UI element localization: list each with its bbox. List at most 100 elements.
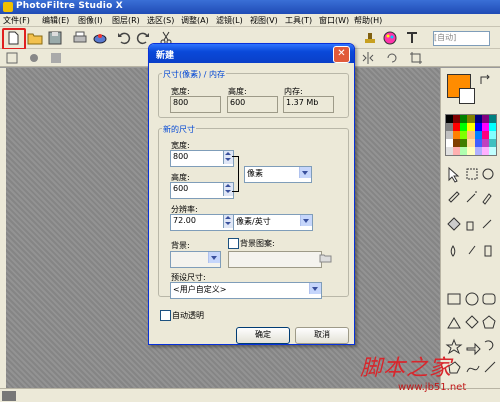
menu-bar: 文件(F) 编辑(E) 图像(I) 图层(R) 选区(S) 调整(A) 滤镜(L… bbox=[0, 14, 500, 27]
spin-down-icon bbox=[225, 158, 231, 161]
undo-button[interactable] bbox=[116, 30, 132, 46]
chevron-down-icon bbox=[208, 252, 220, 263]
dialog-title-bar: 新建 ✕ bbox=[149, 44, 354, 63]
watermark: 脚本之家 www.jb51.net bbox=[340, 350, 500, 400]
lasso-tool-icon bbox=[484, 340, 494, 351]
resolution-unit-value: 像素/英寸 bbox=[236, 217, 271, 226]
select-tool-icon bbox=[466, 168, 478, 180]
background-label: 背景: bbox=[171, 241, 190, 250]
contrast-icon bbox=[51, 53, 61, 63]
chevron-down-icon bbox=[309, 283, 321, 294]
new-width-input[interactable]: 800 bbox=[170, 150, 234, 167]
text-tool-button[interactable] bbox=[404, 30, 420, 46]
auto-transparent-checkbox[interactable] bbox=[160, 310, 171, 321]
adjust-button-4[interactable] bbox=[360, 50, 376, 66]
menu-tools[interactable]: 工具(T) bbox=[285, 15, 312, 26]
spin-down-icon bbox=[225, 190, 231, 193]
adjust-button-1[interactable] bbox=[4, 50, 20, 66]
save-button[interactable] bbox=[47, 30, 63, 46]
open-button[interactable] bbox=[27, 30, 43, 46]
menu-selection[interactable]: 选区(S) bbox=[147, 15, 174, 26]
watermark-url: www.jb51.net bbox=[398, 382, 467, 393]
preset-select[interactable]: <用户自定义> bbox=[170, 282, 322, 299]
zoom-select[interactable]: [自动] bbox=[433, 31, 490, 46]
app-title: PhotoFiltre Studio X bbox=[16, 1, 123, 11]
chevron-down-icon bbox=[300, 215, 312, 226]
ok-button[interactable]: 确定 bbox=[236, 327, 290, 344]
cancel-button[interactable]: 取消 bbox=[295, 327, 349, 344]
blur-tool-icon bbox=[450, 245, 456, 257]
new-file-icon bbox=[8, 31, 19, 45]
color-palette[interactable] bbox=[445, 114, 497, 156]
new-size-group-label: 新的尺寸 bbox=[162, 124, 196, 135]
adjust-button-6[interactable] bbox=[408, 50, 424, 66]
brightness-icon bbox=[30, 54, 38, 62]
text-icon bbox=[407, 32, 417, 43]
menu-edit[interactable]: 编辑(E) bbox=[42, 15, 69, 26]
ellipse-tool-icon bbox=[482, 168, 494, 180]
menu-image[interactable]: 图像(I) bbox=[78, 15, 103, 26]
resolution-input[interactable]: 72.00 bbox=[170, 214, 234, 231]
menu-window[interactable]: 窗口(W) bbox=[319, 15, 349, 26]
watermark-brand: 脚本之家 bbox=[360, 356, 453, 381]
bg-pattern-label: 背景图案: bbox=[240, 239, 275, 248]
app-icon bbox=[3, 2, 13, 12]
spin-down-icon bbox=[225, 222, 231, 225]
background-select[interactable] bbox=[170, 251, 221, 268]
flip-icon bbox=[362, 52, 374, 64]
bucket-tool-icon bbox=[447, 217, 461, 231]
spin-up-icon bbox=[225, 152, 231, 155]
menu-file[interactable]: 文件(F) bbox=[3, 15, 30, 26]
swap-colors-icon[interactable] bbox=[479, 74, 491, 86]
triangle-shape-icon bbox=[447, 317, 461, 329]
redo-button[interactable] bbox=[135, 30, 151, 46]
menu-view[interactable]: 视图(V) bbox=[250, 15, 278, 26]
browse-folder-icon[interactable] bbox=[319, 251, 332, 264]
zoom-value: [自动] bbox=[434, 33, 457, 42]
clone-tool-icon bbox=[484, 245, 492, 257]
close-button[interactable]: ✕ bbox=[333, 46, 350, 63]
menu-filter[interactable]: 滤镜(L) bbox=[216, 15, 243, 26]
adjust-button-2[interactable] bbox=[26, 50, 42, 66]
smudge-tool-icon bbox=[468, 245, 476, 255]
link-brace bbox=[232, 156, 239, 192]
current-width-value: 800 bbox=[170, 96, 221, 113]
pencil-tool-icon bbox=[482, 219, 492, 229]
left-strip bbox=[0, 68, 6, 390]
dialog-title: 新建 bbox=[156, 51, 175, 61]
tool-button-1[interactable] bbox=[362, 30, 378, 46]
pentagon-shape-icon bbox=[482, 315, 496, 329]
resolution-value: 72.00 bbox=[173, 216, 196, 225]
rect-shape-icon bbox=[447, 293, 461, 305]
circle-shape-icon bbox=[465, 292, 479, 306]
wand-tool-icon bbox=[466, 191, 477, 203]
unit-value: 像素 bbox=[247, 169, 263, 178]
scan-button[interactable] bbox=[92, 30, 108, 46]
bg-pattern-checkbox[interactable] bbox=[228, 238, 239, 249]
app-title-bar: PhotoFiltre Studio X bbox=[0, 0, 500, 14]
new-width-value: 800 bbox=[173, 152, 189, 161]
redo-icon bbox=[136, 32, 149, 45]
unit-select[interactable]: 像素 bbox=[244, 166, 312, 183]
menu-help[interactable]: 帮助(H) bbox=[354, 15, 382, 26]
new-height-value: 600 bbox=[173, 184, 189, 193]
size-memory-group-label: 尺寸(像素) / 内存 bbox=[162, 69, 227, 80]
adjust-button-3[interactable] bbox=[48, 50, 64, 66]
tool-button-2[interactable] bbox=[382, 30, 398, 46]
resolution-spinner[interactable] bbox=[223, 215, 233, 228]
close-icon: ✕ bbox=[337, 48, 346, 59]
palette-icon bbox=[383, 31, 397, 45]
resolution-unit-select[interactable]: 像素/英寸 bbox=[233, 214, 313, 231]
menu-adjust[interactable]: 调整(A) bbox=[181, 15, 209, 26]
new-height-input[interactable]: 600 bbox=[170, 182, 234, 199]
print-button[interactable] bbox=[72, 30, 88, 46]
crop-icon bbox=[410, 52, 422, 64]
bg-pattern-path bbox=[228, 251, 322, 268]
new-file-button[interactable] bbox=[2, 28, 26, 50]
adjust-button-5[interactable] bbox=[384, 50, 400, 66]
background-color[interactable] bbox=[459, 88, 475, 104]
stamp-icon bbox=[365, 33, 375, 43]
menu-layer[interactable]: 图层(R) bbox=[112, 15, 140, 26]
printer-icon bbox=[73, 31, 87, 43]
memory-value: 1.37 Mb bbox=[283, 96, 334, 113]
